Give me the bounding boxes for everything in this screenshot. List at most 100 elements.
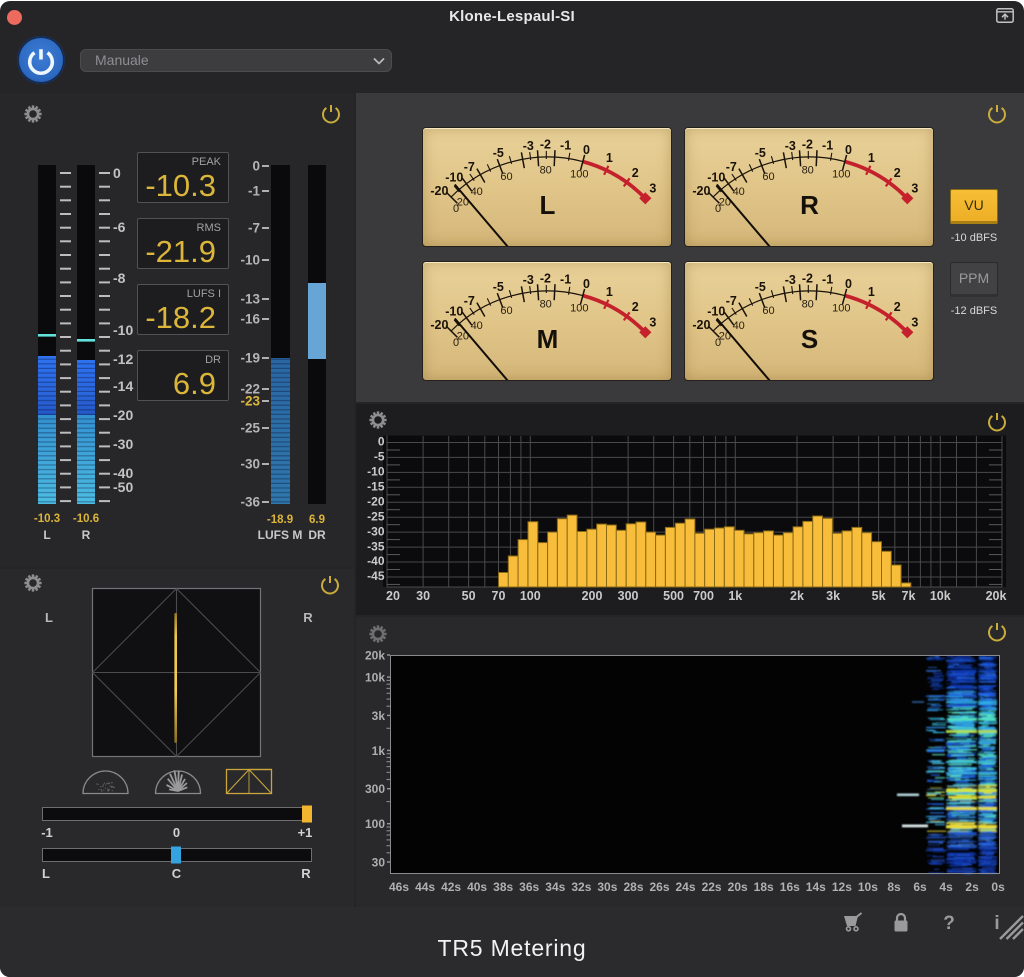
svg-text:-1: -1 [822, 139, 833, 153]
svg-text:40s: 40s [467, 880, 487, 894]
svg-text:0: 0 [583, 277, 590, 291]
svg-text:300: 300 [618, 589, 639, 603]
svg-text:-10: -10 [240, 253, 260, 268]
svg-text:0: 0 [845, 143, 852, 157]
svg-text:i: i [994, 913, 999, 934]
svg-text:-10: -10 [707, 170, 725, 184]
svg-text:S: S [801, 324, 818, 354]
svg-text:40: 40 [471, 320, 483, 332]
svg-text:-18.9: -18.9 [267, 514, 293, 526]
svg-text:16s: 16s [780, 880, 800, 894]
svg-text:-7: -7 [726, 294, 737, 308]
svg-text:40: 40 [733, 186, 745, 198]
svg-text:L: L [45, 610, 53, 625]
svg-text:+1: +1 [298, 825, 313, 840]
svg-text:200: 200 [582, 589, 603, 603]
svg-text:0: 0 [252, 159, 260, 174]
svg-text:-12: -12 [113, 351, 133, 367]
svg-text:34s: 34s [545, 880, 565, 894]
svg-text:20s: 20s [728, 880, 748, 894]
svg-text:70: 70 [492, 589, 506, 603]
svg-text:C: C [172, 866, 182, 881]
svg-text:500: 500 [663, 589, 684, 603]
svg-text:-19: -19 [240, 351, 260, 366]
svg-text:10k: 10k [930, 589, 951, 603]
svg-text:L: L [540, 190, 556, 220]
svg-text:-14: -14 [113, 378, 133, 394]
svg-text:5k: 5k [872, 589, 886, 603]
svg-text:-45: -45 [367, 569, 385, 583]
svg-text:1k: 1k [372, 744, 386, 758]
svg-text:-10.6: -10.6 [73, 513, 99, 525]
svg-text:-7: -7 [464, 294, 475, 308]
svg-text:-20: -20 [367, 495, 385, 509]
svg-text:R: R [82, 528, 91, 542]
svg-text:-1: -1 [41, 825, 53, 840]
svg-text:-2: -2 [802, 272, 813, 286]
svg-text:24s: 24s [675, 880, 695, 894]
svg-text:-25: -25 [367, 509, 385, 523]
svg-text:44s: 44s [415, 880, 435, 894]
svg-text:42s: 42s [441, 880, 461, 894]
svg-text:2s: 2s [965, 880, 979, 894]
svg-text:100: 100 [832, 168, 850, 180]
svg-text:6s: 6s [913, 880, 927, 894]
svg-text:1: 1 [606, 285, 613, 299]
svg-text:20k: 20k [986, 589, 1007, 603]
svg-text:1k: 1k [728, 589, 742, 603]
svg-text:R: R [303, 610, 313, 625]
svg-text:-30: -30 [240, 457, 260, 472]
svg-text:100: 100 [365, 817, 385, 831]
svg-text:2: 2 [894, 166, 901, 180]
svg-text:-3: -3 [523, 139, 534, 153]
svg-text:4s: 4s [939, 880, 953, 894]
svg-text:60: 60 [500, 305, 512, 317]
svg-text:DR: DR [308, 528, 326, 542]
svg-text:-5: -5 [493, 280, 504, 294]
svg-text:-10: -10 [113, 322, 133, 338]
svg-text:R: R [301, 866, 311, 881]
svg-text:-16: -16 [240, 312, 260, 327]
svg-text:46s: 46s [389, 880, 409, 894]
svg-text:40: 40 [733, 320, 745, 332]
svg-text:100: 100 [520, 589, 541, 603]
svg-text:80: 80 [540, 164, 552, 176]
svg-text:300: 300 [365, 782, 385, 796]
svg-text:0: 0 [583, 143, 590, 157]
svg-text:-10: -10 [445, 304, 463, 318]
svg-text:30s: 30s [597, 880, 617, 894]
svg-text:80: 80 [802, 164, 814, 176]
svg-text:60: 60 [762, 305, 774, 317]
svg-text:-7: -7 [464, 160, 475, 174]
svg-text:-2: -2 [802, 138, 813, 152]
svg-text:-7: -7 [726, 160, 737, 174]
svg-text:3: 3 [911, 181, 918, 195]
svg-text:-6: -6 [113, 219, 126, 235]
svg-text:-20: -20 [692, 184, 710, 198]
svg-text:50: 50 [462, 589, 476, 603]
svg-text:3k: 3k [826, 589, 840, 603]
svg-text:L: L [42, 866, 50, 881]
svg-text:80: 80 [802, 298, 814, 310]
svg-text:-40: -40 [367, 554, 385, 568]
svg-text:-10.3: -10.3 [34, 513, 60, 525]
svg-text:-5: -5 [374, 450, 385, 464]
svg-text:22s: 22s [702, 880, 722, 894]
svg-text:0s: 0s [991, 880, 1005, 894]
svg-text:18s: 18s [754, 880, 774, 894]
svg-text:60: 60 [762, 171, 774, 183]
svg-text:-50: -50 [113, 479, 133, 495]
svg-text:0: 0 [845, 277, 852, 291]
svg-text:-2: -2 [540, 138, 551, 152]
svg-text:30: 30 [416, 589, 430, 603]
svg-text:?: ? [943, 913, 955, 934]
svg-text:0: 0 [173, 825, 180, 840]
svg-text:-7: -7 [248, 221, 260, 236]
svg-text:3: 3 [649, 315, 656, 329]
svg-text:L: L [43, 528, 50, 542]
svg-text:32s: 32s [571, 880, 591, 894]
svg-text:14s: 14s [806, 880, 826, 894]
svg-text:8s: 8s [887, 880, 901, 894]
svg-text:-3: -3 [523, 273, 534, 287]
svg-text:7k: 7k [902, 589, 916, 603]
